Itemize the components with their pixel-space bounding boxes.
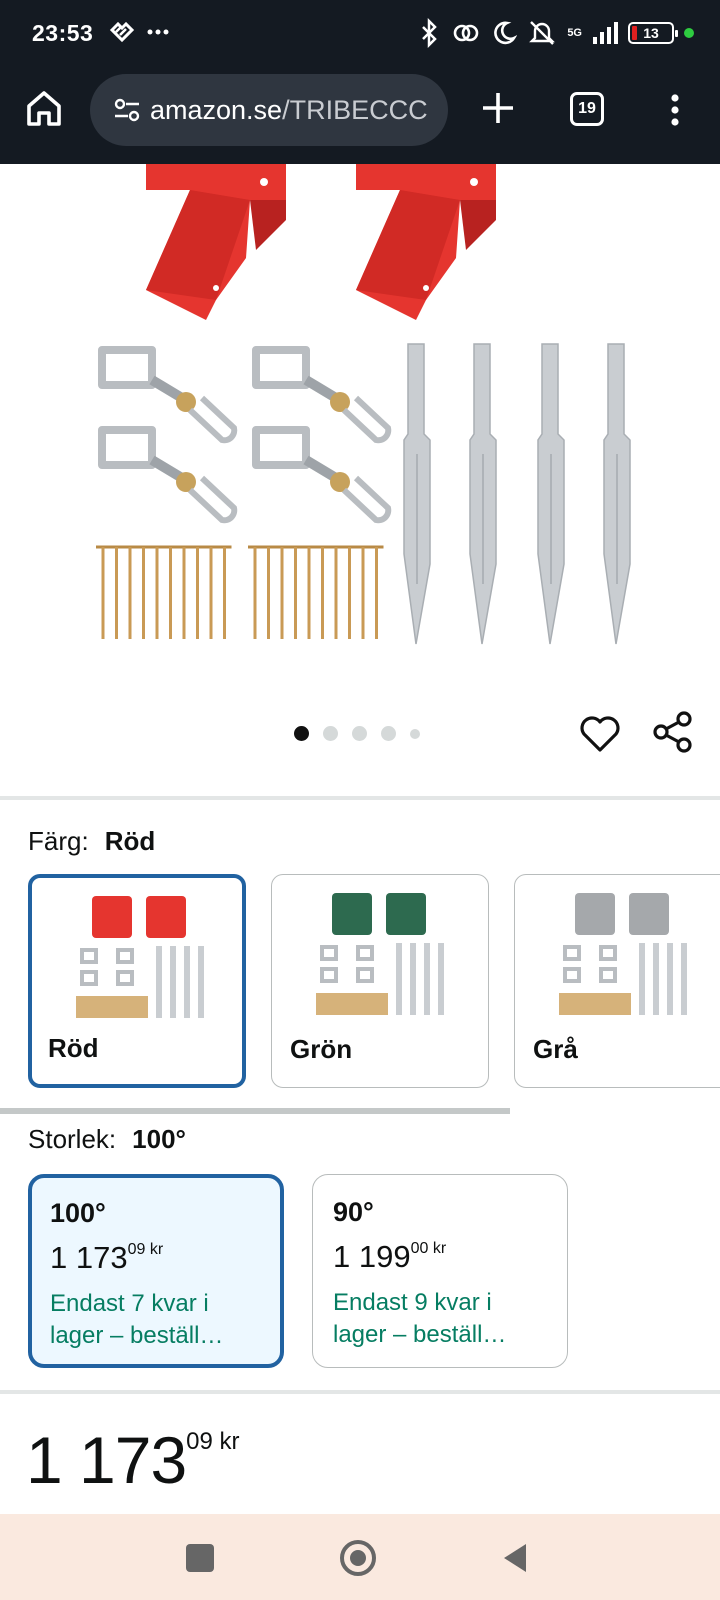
carousel-dot[interactable] [381,726,396,741]
screw-graphic [216,545,233,641]
screw-graphic [314,545,331,641]
size-option-title: 100° [50,1198,106,1228]
carousel-dot[interactable] [323,726,338,741]
bluetooth-icon [422,18,438,48]
color-selected-value: Röd [104,826,156,856]
more-vert-icon[interactable] [660,90,690,130]
section-divider [0,796,720,800]
screw-graphic [287,545,304,641]
stock-line: lager – beställ… [50,1322,224,1349]
address-bar[interactable]: amazon.se/TRIBECCC [90,74,448,146]
color-label-text: Färg: [28,826,89,856]
screw-graphic [327,545,345,641]
screw-graphic [246,545,264,641]
home-circle-icon[interactable] [336,1536,380,1580]
screw-graphic [135,545,152,641]
carousel-dot[interactable] [294,726,309,741]
price-currency: kr [219,1428,240,1455]
size-option-90[interactable]: 90° 1 19900 kr Endast 9 kvar i lager – be… [312,1174,568,1368]
price-whole: 1 199 [333,1239,411,1274]
carousel-dot[interactable] [352,726,367,741]
section-divider [0,1390,720,1394]
product-price: 1 17309 kr [26,1422,240,1498]
screw-graphic [368,545,385,641]
recents-icon[interactable] [178,1536,222,1580]
color-thumbnail-red [76,896,204,1018]
color-option-label: Röd [48,1033,99,1063]
price-fraction: 09 [127,1241,146,1258]
tab-count: 19 [578,100,596,117]
screw-graphic [189,545,206,641]
color-option-gray[interactable]: Grå [514,874,720,1088]
price-fraction: 09 [186,1428,213,1455]
screw-graphic [94,545,112,641]
size-option-100[interactable]: 100° 1 17309 kr Endast 7 kvar i lager – b… [28,1174,284,1368]
heart-pulse-icon [109,21,135,43]
system-nav-bar [0,1514,720,1600]
battery-icon: 13 [628,22,678,44]
url-domain: amazon.se [150,94,283,125]
screw-graphic [121,545,139,641]
product-image[interactable] [0,164,720,684]
color-option-green[interactable]: Grön [271,874,489,1088]
screw-graphic [260,545,277,641]
color-option-red[interactable]: Röd [28,874,246,1088]
screw-graphic [354,545,372,641]
bell-off-icon [529,21,556,45]
heart-icon[interactable] [578,712,622,756]
network-type: 5G [567,27,582,39]
status-time: 23:53 [32,20,94,46]
color-option-label: Grå [533,1034,578,1064]
price-currency: kr [432,1240,447,1257]
color-label: Färg: Röd [28,826,155,857]
size-option-title: 90° [333,1197,374,1227]
size-label: Storlek: 100° [28,1124,186,1155]
color-option-label: Grön [290,1034,353,1064]
stock-status: Endast 9 kvar i lager – beställ… [333,1287,553,1351]
browser-toolbar: amazon.se/TRIBECCC 19 [0,74,720,150]
screw-graphic [162,545,179,641]
screw-graphic [300,545,318,641]
stock-line: Endast 7 kvar i [50,1290,209,1317]
size-option-price: 1 17309 kr [50,1240,163,1276]
tabs-icon[interactable]: 19 [570,92,604,126]
carousel-dot[interactable] [410,728,420,739]
more-dots-icon [147,29,169,35]
color-thumbnail-green [316,893,444,1015]
moon-icon [494,21,518,45]
url-path: /TRIBECCC [282,94,428,125]
link-icon [454,24,479,42]
size-selected-value: 100° [132,1124,186,1154]
price-fraction: 00 [410,1240,429,1257]
url-text[interactable]: amazon.se/TRIBECCC [150,95,428,126]
color-thumbnail-gray [559,893,687,1015]
screw-graphic [108,545,125,641]
price-whole: 1 173 [26,1423,187,1497]
price-currency: kr [149,1241,164,1258]
top-bar: 23:53 5G 13 amazon.se/TRIBECCC 19 [0,0,720,164]
size-option-price: 1 19900 kr [333,1239,446,1275]
back-icon[interactable] [494,1536,538,1580]
image-carousel-dots [294,726,420,741]
share-icon[interactable] [652,710,694,754]
screw-graphic [273,545,291,641]
price-whole: 1 173 [50,1240,128,1275]
size-label-text: Storlek: [28,1124,117,1154]
status-bar: 23:53 5G 13 [0,0,720,70]
stock-line: Endast 9 kvar i [333,1289,492,1316]
swatch-scrollbar[interactable] [0,1108,510,1114]
signal-icon [593,22,618,44]
screw-graphic [175,545,193,641]
screw-graphic [202,545,220,641]
plus-icon[interactable] [478,88,518,128]
tune-icon[interactable] [112,95,142,125]
screw-graphic [148,545,166,641]
home-icon[interactable] [22,86,66,130]
stock-status: Endast 7 kvar i lager – beställ… [50,1288,270,1352]
screw-graphic [341,545,358,641]
stock-line: lager – beställ… [333,1321,507,1348]
green-dot-icon [684,28,694,38]
battery-level: 13 [643,25,659,41]
